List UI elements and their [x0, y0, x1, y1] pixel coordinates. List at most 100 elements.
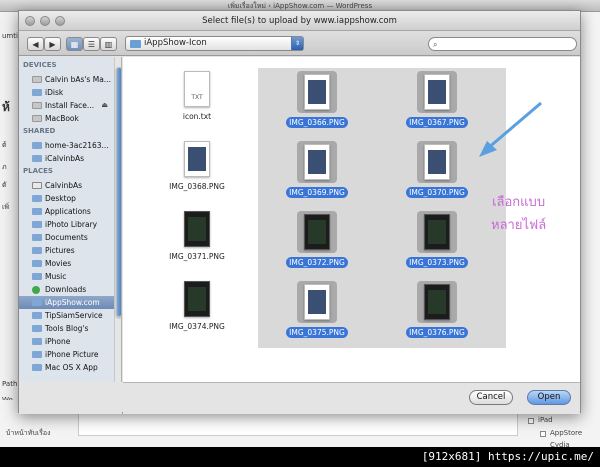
- file-name: IMG_0373.PNG: [406, 257, 468, 268]
- file-item[interactable]: IMG_0366.PNG: [282, 71, 352, 128]
- sidebar-item-label: Desktop: [45, 194, 76, 203]
- sidebar-item[interactable]: iPhone Picture: [19, 348, 114, 361]
- file-item[interactable]: IMG_0370.PNG: [402, 141, 472, 198]
- image-thumbnail: [304, 284, 330, 320]
- back-button[interactable]: ◀: [27, 37, 44, 51]
- folder-icon: [32, 260, 42, 267]
- file-item[interactable]: IMG_0374.PNG: [162, 281, 232, 332]
- image-thumbnail: [424, 144, 450, 180]
- dialog-toolbar: ◀ ▶ ▦ ☰ ▥ iAppShow-Icon ⇕ ⌕: [19, 31, 580, 56]
- folder-icon: [130, 40, 141, 48]
- file-item[interactable]: IMG_0368.PNG: [162, 141, 232, 192]
- sidebar-scrollbar[interactable]: [114, 57, 121, 382]
- file-name: icon.txt: [182, 112, 212, 121]
- file-item[interactable]: IMG_0376.PNG: [402, 281, 472, 338]
- sidebar-item[interactable]: iCalvinbAs: [19, 152, 114, 165]
- file-item[interactable]: TXT icon.txt: [162, 71, 232, 122]
- sidebar-item[interactable]: CalvinbAs: [19, 179, 114, 192]
- sidebar-item[interactable]: Tools Blog's: [19, 322, 114, 335]
- file-item[interactable]: IMG_0367.PNG: [402, 71, 472, 128]
- bg-category: AppStore: [550, 429, 583, 437]
- file-upload-dialog: Select file(s) to upload by www.iappshow…: [18, 10, 581, 414]
- file-item[interactable]: IMG_0371.PNG: [162, 211, 232, 262]
- open-button[interactable]: Open: [527, 390, 571, 405]
- sidebar-item[interactable]: iDisk: [19, 86, 114, 99]
- bg-checkbox[interactable]: [540, 431, 546, 437]
- iphoto-icon: [32, 221, 42, 228]
- file-name: IMG_0375.PNG: [286, 327, 348, 338]
- file-item[interactable]: IMG_0372.PNG: [282, 211, 352, 268]
- folder-icon: [32, 325, 42, 332]
- file-type-badge: TXT: [191, 94, 203, 101]
- sidebar-item-label: home-3ac2163...: [45, 141, 109, 150]
- file-thumbnail-wrap: [162, 141, 232, 177]
- sidebar-item-label: Movies: [45, 259, 72, 268]
- sidebar-item-label: MacBook: [45, 114, 79, 123]
- sidebar-item-label: TipSiamService: [45, 311, 103, 320]
- sidebar-section-header: PLACES: [23, 167, 53, 175]
- sidebar-item[interactable]: MacBook: [19, 112, 114, 125]
- sidebar-item[interactable]: Documents: [19, 231, 114, 244]
- screenshot-preview: [308, 290, 326, 314]
- bg-checkbox[interactable]: [528, 418, 534, 424]
- search-field[interactable]: ⌕: [428, 37, 577, 51]
- sidebar-item[interactable]: TipSiamService: [19, 309, 114, 322]
- arrow-annotation: [479, 101, 542, 157]
- sidebar-item[interactable]: iPhone: [19, 335, 114, 348]
- scrollbar-thumb[interactable]: [116, 67, 121, 317]
- screenshot-preview: [428, 80, 446, 104]
- hard-drive-icon: [32, 76, 42, 83]
- file-thumbnail-wrap: [417, 141, 457, 183]
- image-thumbnail: [424, 284, 450, 320]
- background-editor-right: [580, 12, 600, 447]
- sidebar-item[interactable]: iPhoto Library: [19, 218, 114, 231]
- file-item[interactable]: IMG_0373.PNG: [402, 211, 472, 268]
- bg-fragment: ภ: [2, 163, 7, 171]
- cancel-button[interactable]: Cancel: [469, 390, 513, 405]
- location-popup[interactable]: iAppShow-Icon ⇕: [125, 36, 304, 51]
- sidebar-item[interactable]: Pictures: [19, 244, 114, 257]
- screenshot-preview: [428, 220, 446, 244]
- file-thumbnail-wrap: [297, 141, 337, 183]
- sidebar-item[interactable]: home-3ac2163...: [19, 139, 114, 152]
- file-item[interactable]: IMG_0375.PNG: [282, 281, 352, 338]
- eject-icon[interactable]: ⏏: [101, 99, 108, 112]
- screenshot-preview: [308, 220, 326, 244]
- sidebar-item[interactable]: Mac OS X App: [19, 361, 114, 374]
- column-view-button[interactable]: ▥: [100, 37, 117, 51]
- forward-button[interactable]: ▶: [44, 37, 61, 51]
- multi-select-annotation: เลือกแบบ หลายไฟล์: [491, 191, 546, 237]
- screenshot-preview: [188, 217, 206, 241]
- file-name: IMG_0370.PNG: [406, 187, 468, 198]
- sidebar-item[interactable]: Applications: [19, 205, 114, 218]
- sidebar-item-label: iAppShow.com: [45, 298, 100, 307]
- macbook-icon: [32, 115, 42, 122]
- home-icon: [32, 182, 42, 189]
- list-view-button[interactable]: ☰: [83, 37, 100, 51]
- file-thumbnail-wrap: [162, 211, 232, 247]
- folder-icon: [32, 273, 42, 280]
- sidebar-item[interactable]: Desktop: [19, 192, 114, 205]
- file-thumbnail-wrap: [297, 71, 337, 113]
- sidebar-item-label: Applications: [45, 207, 91, 216]
- icon-view-button[interactable]: ▦: [66, 37, 83, 51]
- sidebar-item-label: Documents: [45, 233, 88, 242]
- file-item[interactable]: IMG_0369.PNG: [282, 141, 352, 198]
- sidebar-item[interactable]: Calvin bAs's Ma...: [19, 73, 114, 86]
- folder-icon: [32, 234, 42, 241]
- file-thumbnail-wrap: [297, 281, 337, 323]
- sidebar-item[interactable]: Downloads: [19, 283, 114, 296]
- sidebar-item-label: Mac OS X App: [45, 363, 98, 372]
- sidebar-item-label: Music: [45, 272, 67, 281]
- image-thumbnail: [424, 214, 450, 250]
- sidebar-item[interactable]: Music: [19, 270, 114, 283]
- sidebar-item[interactable]: iAppShow.com: [19, 296, 114, 309]
- file-name: IMG_0374.PNG: [169, 322, 225, 331]
- file-browser: เลือกแบบ หลายไฟล์ TXT icon.txt IMG_0366.PN…: [123, 57, 580, 382]
- sidebar-item[interactable]: Install Face... ⏏: [19, 99, 114, 112]
- annotation-line1: เลือกแบบ: [492, 195, 546, 210]
- bg-bottom-text: บ้าหน้าทับเรื่อง: [6, 429, 51, 437]
- bg-category: iPad: [538, 416, 553, 424]
- sidebar-item[interactable]: Movies: [19, 257, 114, 270]
- screenshot-preview: [428, 150, 446, 174]
